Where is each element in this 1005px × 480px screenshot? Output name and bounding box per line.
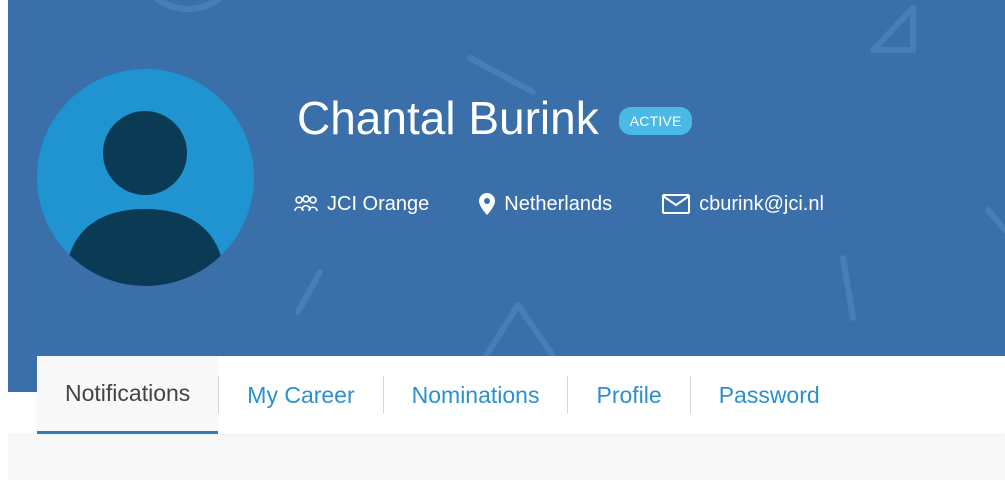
envelope-icon — [662, 194, 691, 214]
content-area — [8, 433, 1005, 480]
email-link[interactable]: cburink@jci.nl — [699, 193, 824, 216]
tab-password[interactable]: Password — [691, 356, 848, 434]
profile-name: Chantal Burink — [297, 92, 599, 144]
tab-notifications[interactable]: Notifications — [37, 356, 219, 434]
user-avatar-icon — [37, 69, 254, 286]
profile-meta: JCI Orange Netherlands cburink@jci.nl — [294, 188, 824, 220]
location-item: Netherlands — [479, 193, 612, 216]
page-margin — [0, 0, 8, 480]
profile-tabs: Notifications My Career Nominations Prof… — [37, 356, 1005, 434]
status-badge: ACTIVE — [618, 107, 693, 135]
tab-nominations[interactable]: Nominations — [384, 356, 568, 434]
profile-header: Chantal Burink ACTIVE JCI Orange Netherl… — [8, 0, 1005, 392]
organization-item: JCI Orange — [294, 193, 429, 216]
location-text: Netherlands — [504, 192, 613, 215]
tab-profile[interactable]: Profile — [568, 356, 689, 434]
people-group-icon — [294, 195, 318, 213]
email-item[interactable]: cburink@jci.nl — [662, 193, 824, 216]
map-pin-icon — [479, 193, 496, 215]
organization-text: JCI Orange — [327, 192, 430, 215]
name-row: Chantal Burink ACTIVE — [297, 88, 693, 148]
tab-my-career[interactable]: My Career — [219, 356, 382, 434]
